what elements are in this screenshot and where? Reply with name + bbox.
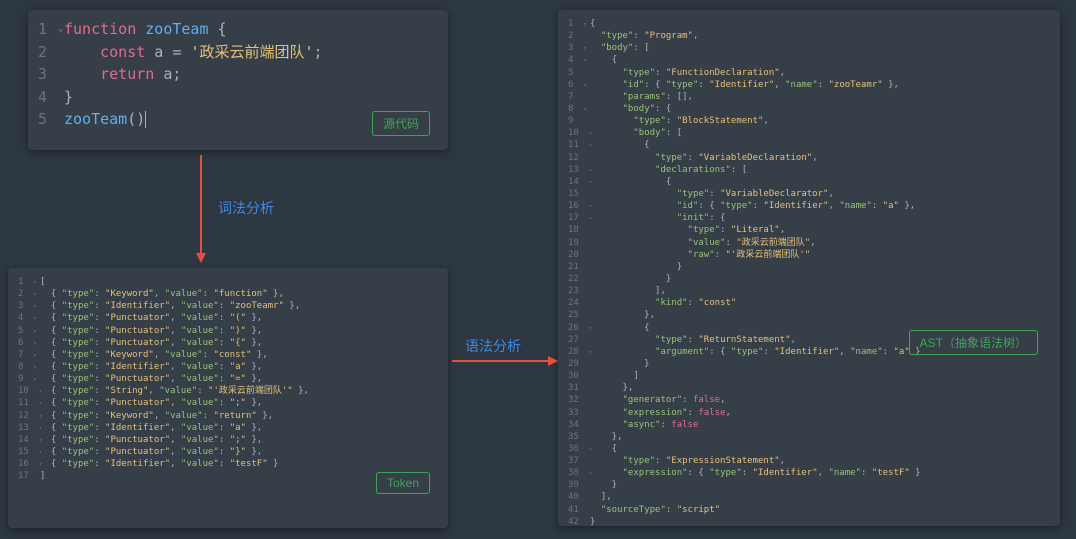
ast-line: 33 "expression": false,: [568, 407, 1050, 419]
source-label: 源代码: [372, 111, 430, 136]
ast-line: 22 }: [568, 273, 1050, 285]
ast-line: 10 ▾ "body": [: [568, 127, 1050, 139]
ast-line: 12 "type": "VariableDeclaration",: [568, 152, 1050, 164]
syntax-analysis-label: 语法分析: [465, 336, 521, 356]
ast-line: 24 "kind": "const": [568, 297, 1050, 309]
token-line: 11 ▾ { "type": "Punctuator", "value": ";…: [18, 397, 438, 409]
ast-line: 38 ▾ "expression": { "type": "Identifier…: [568, 467, 1050, 479]
ast-line: 20 "raw": "'政采云前端团队'": [568, 249, 1050, 261]
ast-line: 4 ▾ {: [568, 54, 1050, 66]
lexical-analysis-label: 词法分析: [218, 198, 274, 218]
token-line: 7 ▾ { "type": "Keyword", "value": "const…: [18, 349, 438, 361]
ast-line: 14 ▾ {: [568, 176, 1050, 188]
ast-line: 15 "type": "VariableDeclarator",: [568, 188, 1050, 200]
ast-line: 16 ▾ "id": { "type": "Identifier", "name…: [568, 200, 1050, 212]
ast-line: 19 "value": "政采云前端团队",: [568, 237, 1050, 249]
source-line: 2 const a = '政采云前端团队';: [38, 41, 438, 64]
token-code-block: 1 ▾[2 ▾ { "type": "Keyword", "value": "f…: [18, 276, 438, 482]
token-line: 14 ▾ { "type": "Punctuator", "value": ";…: [18, 434, 438, 446]
ast-line: 3 ▾ "body": [: [568, 42, 1050, 54]
ast-code-block: 1 ▾{2 "type": "Program",3 ▾ "body": [4 ▾…: [568, 18, 1050, 526]
source-line: 3 return a;: [38, 63, 438, 86]
ast-line: 18 "type": "Literal",: [568, 224, 1050, 236]
token-line: 13 ▾ { "type": "Identifier", "value": "a…: [18, 422, 438, 434]
ast-line: 11 ▾ {: [568, 139, 1050, 151]
ast-line: 40 ],: [568, 491, 1050, 503]
arrow-lexical-analysis: [200, 155, 202, 255]
token-line: 16 ▾ { "type": "Identifier", "value": "t…: [18, 458, 438, 470]
ast-line: 1 ▾{: [568, 18, 1050, 30]
token-line: 3 ▾ { "type": "Identifier", "value": "zo…: [18, 300, 438, 312]
token-line: 2 ▾ { "type": "Keyword", "value": "funct…: [18, 288, 438, 300]
token-line: 8 ▾ { "type": "Identifier", "value": "a"…: [18, 361, 438, 373]
ast-line: 37 "type": "ExpressionStatement",: [568, 455, 1050, 467]
ast-line: 7 "params": [],: [568, 91, 1050, 103]
token-line: 15 ▾ { "type": "Punctuator", "value": "}…: [18, 446, 438, 458]
ast-line: 34 "async": false: [568, 419, 1050, 431]
ast-line: 2 "type": "Program",: [568, 30, 1050, 42]
ast-line: 23 ],: [568, 285, 1050, 297]
arrow-syntax-analysis: [452, 360, 550, 362]
ast-line: 9 "type": "BlockStatement",: [568, 115, 1050, 127]
ast-panel: 1 ▾{2 "type": "Program",3 ▾ "body": [4 ▾…: [558, 10, 1060, 526]
ast-line: 32 "generator": false,: [568, 394, 1050, 406]
token-line: 10 ▾ { "type": "String", "value": "'政采云前…: [18, 385, 438, 397]
token-label: Token: [376, 472, 430, 494]
token-line: 5 ▾ { "type": "Punctuator", "value": ")"…: [18, 325, 438, 337]
ast-line: 31 },: [568, 382, 1050, 394]
ast-line: 42 }: [568, 516, 1050, 526]
token-line: 6 ▾ { "type": "Punctuator", "value": "{"…: [18, 337, 438, 349]
ast-label: AST（抽象语法树）: [909, 330, 1038, 355]
ast-line: 13 ▾ "declarations": [: [568, 164, 1050, 176]
token-panel: 1 ▾[2 ▾ { "type": "Keyword", "value": "f…: [8, 268, 448, 528]
ast-line: 36 ▾ {: [568, 443, 1050, 455]
ast-line: 17 ▾ "init": {: [568, 212, 1050, 224]
ast-line: 39 }: [568, 479, 1050, 491]
ast-line: 30 ]: [568, 370, 1050, 382]
ast-line: 6 ▾ "id": { "type": "Identifier", "name"…: [568, 79, 1050, 91]
token-line: 1 ▾[: [18, 276, 438, 288]
source-line: 1 ▾function zooTeam {: [38, 18, 438, 41]
token-line: 12 ▾ { "type": "Keyword", "value": "retu…: [18, 410, 438, 422]
ast-line: 29 }: [568, 358, 1050, 370]
token-line: 4 ▾ { "type": "Punctuator", "value": "("…: [18, 312, 438, 324]
source-code-panel: 1 ▾function zooTeam {2 const a = '政采云前端团…: [28, 10, 448, 150]
ast-line: 8 ▾ "body": {: [568, 103, 1050, 115]
token-line: 9 ▾ { "type": "Punctuator", "value": "="…: [18, 373, 438, 385]
ast-line: 35 },: [568, 431, 1050, 443]
ast-line: 5 "type": "FunctionDeclaration",: [568, 67, 1050, 79]
source-line: 4 }: [38, 86, 438, 109]
ast-line: 25 },: [568, 309, 1050, 321]
ast-line: 21 }: [568, 261, 1050, 273]
ast-line: 41 "sourceType": "script": [568, 504, 1050, 516]
